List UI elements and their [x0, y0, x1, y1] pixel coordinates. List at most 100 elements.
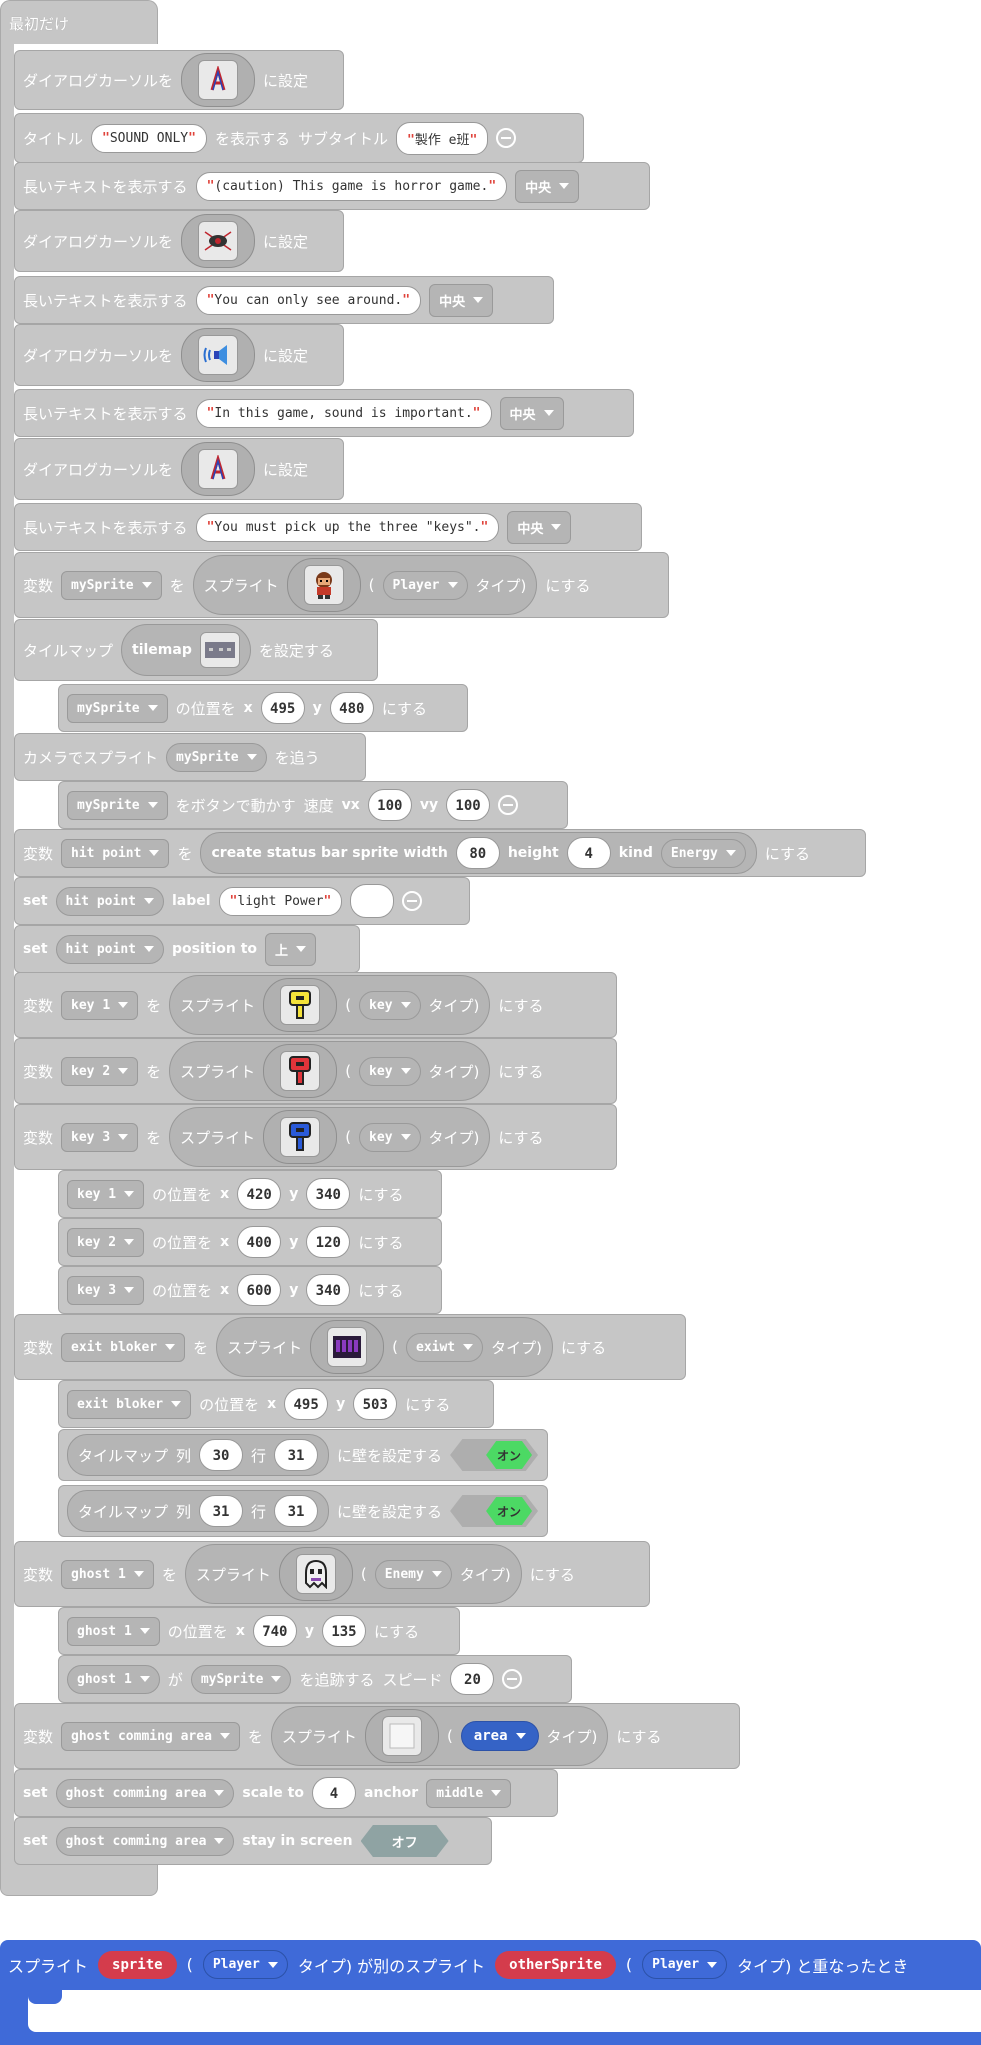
tilemap-reporter[interactable]: tilemap: [121, 624, 251, 676]
variable-dropdown[interactable]: ghost 1: [67, 1664, 160, 1694]
x-number-field[interactable]: 495: [284, 1388, 329, 1420]
show-title-block[interactable]: タイトル "SOUND ONLY" を表示する サブタイトル "製作 e班": [14, 113, 584, 163]
variable-dropdown[interactable]: key 2: [61, 1056, 139, 1086]
on-start-hat-block[interactable]: 最初だけ: [0, 0, 158, 44]
set-scale-block[interactable]: set ghost comming area scale to 4 anchor…: [14, 1769, 558, 1817]
y-number-field[interactable]: 503: [353, 1388, 398, 1420]
event-body-slot[interactable]: [28, 1990, 981, 2032]
long-text-field[interactable]: "You can only see around.": [195, 285, 422, 315]
sprite-create-reporter[interactable]: スプライト ( Enemy タイプ): [184, 1544, 522, 1604]
sprite-create-reporter[interactable]: スプライト ( Player タイプ): [192, 555, 538, 615]
set-var-status-bar-block[interactable]: 変数 hit point を create status bar sprite …: [14, 829, 866, 877]
overlap-event-block[interactable]: スプライト sprite ( Player タイプ) が別のスプライト othe…: [0, 1940, 981, 2045]
kind-dropdown[interactable]: Player: [202, 1950, 288, 1979]
sprite-create-reporter[interactable]: スプライト ( key タイプ): [169, 1041, 491, 1101]
position-dropdown[interactable]: 上: [265, 932, 317, 966]
variable-dropdown[interactable]: mySprite: [61, 570, 162, 600]
variable-dropdown[interactable]: ghost comming area: [61, 1721, 240, 1751]
x-number-field[interactable]: 495: [260, 692, 305, 724]
variable-dropdown[interactable]: ghost comming area: [55, 1826, 235, 1856]
alignment-dropdown[interactable]: 中央: [507, 510, 572, 544]
x-number-field[interactable]: 600: [237, 1274, 282, 1306]
image-slot[interactable]: [278, 1547, 353, 1601]
anchor-dropdown[interactable]: middle: [426, 1778, 512, 1808]
image-slot[interactable]: [263, 978, 338, 1032]
speed-number-field[interactable]: 20: [450, 1663, 495, 1695]
kind-dropdown[interactable]: key: [359, 1056, 421, 1086]
image-slot[interactable]: [310, 1320, 385, 1374]
set-dialog-cursor-block[interactable]: ダイアログカーソルを に設定: [14, 50, 344, 110]
kind-dropdown[interactable]: Player: [642, 1950, 728, 1979]
tilemap-location-reporter[interactable]: タイルマップ 列 30 行 31: [67, 1434, 330, 1476]
kind-dropdown[interactable]: Energy: [660, 838, 746, 868]
variable-dropdown[interactable]: hit point: [55, 886, 164, 916]
image-slot[interactable]: [181, 442, 256, 496]
set-dialog-cursor-block[interactable]: ダイアログカーソルを に設定: [14, 324, 344, 386]
variable-dropdown[interactable]: key 2: [67, 1227, 145, 1257]
width-number-field[interactable]: 80: [455, 837, 500, 869]
alignment-dropdown[interactable]: 中央: [429, 283, 494, 317]
follow-sprite-block[interactable]: ghost 1 が mySprite を追跡する スピード 20: [58, 1655, 572, 1703]
set-dialog-cursor-block[interactable]: ダイアログカーソルを に設定: [14, 210, 344, 272]
set-tilemap-block[interactable]: タイルマップ tilemap を設定する: [14, 619, 378, 681]
kind-dropdown[interactable]: Player: [382, 570, 468, 600]
image-slot[interactable]: [263, 1110, 338, 1164]
show-long-text-block[interactable]: 長いテキストを表示する "You must pick up the three …: [14, 503, 642, 551]
vx-number-field[interactable]: 100: [367, 789, 412, 821]
y-number-field[interactable]: 480: [329, 692, 374, 724]
show-long-text-block[interactable]: 長いテキストを表示する "In this game, sound is impo…: [14, 389, 634, 437]
set-position-block[interactable]: mySprite の位置を x 495 y 480 にする: [58, 684, 468, 732]
variable-dropdown[interactable]: key 1: [61, 990, 139, 1020]
vy-number-field[interactable]: 100: [446, 789, 491, 821]
set-status-label-block[interactable]: set hit point label "light Power": [14, 877, 470, 925]
set-position-block[interactable]: key 2 の位置を x 400 y 120 にする: [58, 1218, 442, 1266]
variable-dropdown[interactable]: mySprite: [67, 693, 168, 723]
camera-follow-block[interactable]: カメラでスプライト mySprite を追う: [14, 733, 366, 781]
sprite-create-reporter[interactable]: スプライト ( area タイプ): [270, 1706, 609, 1766]
kind-dropdown[interactable]: key: [359, 990, 421, 1020]
title-string-field[interactable]: "SOUND ONLY": [91, 123, 207, 153]
y-number-field[interactable]: 120: [306, 1226, 351, 1258]
set-wall-block[interactable]: タイルマップ 列 31 行 31 に壁を設定する オン: [58, 1485, 548, 1537]
image-slot[interactable]: [286, 558, 361, 612]
subtitle-string-field[interactable]: "製作 e班": [395, 121, 489, 155]
set-dialog-cursor-block[interactable]: ダイアログカーソルを に設定: [14, 438, 344, 500]
set-var-sprite-block[interactable]: 変数 key 3 を スプライト ( key タイプ) にする: [14, 1104, 617, 1170]
variable-dropdown[interactable]: ghost comming area: [55, 1778, 235, 1808]
scale-number-field[interactable]: 4: [311, 1777, 356, 1809]
empty-input-field[interactable]: [350, 884, 395, 918]
image-slot[interactable]: [181, 328, 256, 382]
column-number-field[interactable]: 31: [199, 1495, 244, 1527]
column-number-field[interactable]: 30: [199, 1439, 244, 1471]
create-status-bar-reporter[interactable]: create status bar sprite width 80 height…: [200, 832, 757, 874]
set-var-sprite-block[interactable]: 変数 ghost comming area を スプライト ( area タイプ…: [14, 1703, 740, 1769]
variable-dropdown[interactable]: ghost 1: [61, 1559, 154, 1589]
target-variable-dropdown[interactable]: mySprite: [190, 1664, 292, 1694]
variable-dropdown[interactable]: key 1: [67, 1179, 145, 1209]
set-var-sprite-block[interactable]: 変数 exit bloker を スプライト ( exiwt タイプ) にする: [14, 1314, 686, 1380]
label-string-field[interactable]: "light Power": [218, 886, 343, 916]
kind-dropdown[interactable]: key: [359, 1122, 421, 1152]
image-slot[interactable]: [263, 1044, 338, 1098]
x-number-field[interactable]: 400: [237, 1226, 282, 1258]
show-long-text-block[interactable]: 長いテキストを表示する "(caution) This game is horr…: [14, 162, 650, 210]
long-text-field[interactable]: "You must pick up the three "keys".": [195, 512, 500, 542]
set-var-sprite-block[interactable]: 変数 key 1 を スプライト ( key タイプ) にする: [14, 972, 617, 1038]
other-sprite-variable[interactable]: otherSprite: [495, 1950, 616, 1979]
set-status-position-block[interactable]: set hit point position to 上: [14, 925, 360, 973]
variable-dropdown[interactable]: hit point: [61, 838, 170, 868]
variable-dropdown[interactable]: mySprite: [67, 790, 168, 820]
alignment-dropdown[interactable]: 中央: [499, 396, 564, 430]
variable-dropdown[interactable]: hit point: [55, 934, 164, 964]
row-number-field[interactable]: 31: [274, 1495, 319, 1527]
remove-param-icon[interactable]: [402, 891, 423, 911]
kind-dropdown[interactable]: exiwt: [406, 1332, 484, 1362]
remove-param-icon[interactable]: [496, 128, 517, 148]
remove-param-icon[interactable]: [498, 795, 519, 815]
x-number-field[interactable]: 740: [252, 1615, 297, 1647]
sprite-create-reporter[interactable]: スプライト ( key タイプ): [169, 1107, 491, 1167]
variable-dropdown[interactable]: exit bloker: [61, 1332, 186, 1362]
wall-toggle[interactable]: オン: [450, 1495, 539, 1527]
long-text-field[interactable]: "In this game, sound is important.": [195, 398, 492, 428]
image-slot[interactable]: [364, 1709, 439, 1763]
